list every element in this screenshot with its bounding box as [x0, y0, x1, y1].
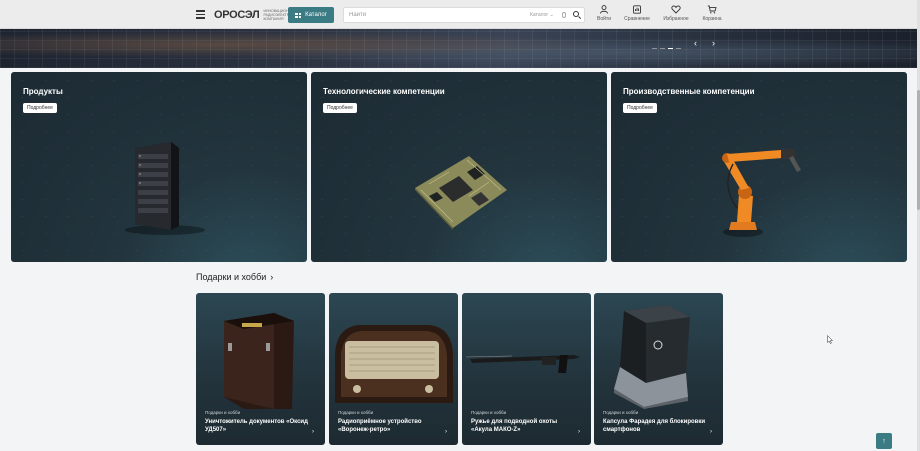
category-title: Производственные компетенции [623, 87, 755, 96]
search-input[interactable] [349, 9, 509, 21]
logo-text: ОРОСЭЛ [214, 9, 260, 21]
retro-radio-image [335, 325, 453, 403]
chevron-right-icon[interactable]: › [712, 38, 715, 48]
chevron-left-icon[interactable]: ‹ [694, 38, 697, 48]
product-name: Уничтожитель документов «Оксид УД507» [205, 419, 308, 433]
chevron-right-icon: › [270, 272, 274, 282]
login-label: Войти [597, 16, 611, 22]
catalog-button-label: Каталог [305, 12, 327, 18]
favorites-label: Избранное [663, 16, 689, 22]
logo[interactable]: ОРОСЭЛ ИННОВАЦИОННАЯ РАДИОЭЛЕКТРОННАЯ КО… [214, 8, 302, 22]
mouse-cursor-icon [827, 335, 833, 344]
arrow-up-icon: ↑ [882, 437, 886, 445]
search-bar: Каталог ⌄ [343, 7, 585, 23]
user-icon [600, 5, 608, 14]
product-category: Подарки и хобби [205, 410, 241, 415]
gifts-section-title[interactable]: Подарки и хобби › [196, 272, 273, 282]
product-card-speargun[interactable]: Подарки и хобби Ружье для подводной охот… [462, 293, 591, 445]
chevron-right-icon: › [312, 429, 314, 435]
search-scope-dropdown[interactable]: Каталог ⌄ [530, 12, 554, 18]
details-button[interactable]: Подробнее [323, 103, 357, 113]
hero-banner[interactable]: ‹ › [0, 29, 920, 68]
banner-pagination[interactable] [652, 48, 681, 49]
compare-label: Сравнение [624, 16, 650, 22]
chevron-right-icon: › [445, 429, 447, 435]
cart-label: Корзина [702, 16, 722, 22]
product-card-shredder[interactable]: Подарки и хобби Уничтожитель документов … [196, 293, 325, 445]
grid-icon [295, 12, 302, 18]
product-card-radio[interactable]: Подарки и хобби Радиоприёмное устройство… [329, 293, 458, 445]
menu-icon[interactable] [196, 10, 205, 19]
category-card-production-competencies[interactable]: Производственные компетенции Подробнее [611, 72, 907, 262]
product-name: Ружье для подводной охоты «Акула МАКО-Z» [471, 419, 558, 433]
product-category: Подарки и хобби [603, 410, 639, 415]
product-category: Подарки и хобби [338, 410, 374, 415]
microphone-icon[interactable] [562, 12, 566, 18]
product-name: Радиоприёмное устройство «Воронеж-ретро» [338, 419, 422, 433]
chevron-right-icon: › [578, 429, 580, 435]
speargun-image [465, 355, 580, 373]
catalog-button[interactable]: Каталог [288, 7, 334, 23]
category-card-products[interactable]: Продукты Подробнее [11, 72, 307, 262]
site-header: ОРОСЭЛ ИННОВАЦИОННАЯ РАДИОЭЛЕКТРОННАЯ КО… [0, 0, 920, 29]
shredder-image [224, 313, 294, 409]
search-icon[interactable] [573, 11, 579, 17]
category-title: Технологические компетенции [323, 87, 445, 96]
favorites-link[interactable]: Избранное [659, 5, 693, 22]
product-name: Капсула Фарадея для блокировки смартфоно… [603, 419, 706, 433]
product-category: Подарки и хобби [471, 410, 507, 415]
circuit-board-image [415, 156, 507, 230]
product-card-faraday-capsule[interactable]: Подарки и хобби Капсула Фарадея для блок… [594, 293, 723, 445]
faraday-capsule-image [614, 305, 690, 409]
compare-icon [633, 5, 641, 14]
industrial-robot-image [722, 149, 801, 237]
chevron-right-icon: › [710, 429, 712, 435]
cart-icon [707, 5, 717, 14]
server-rack-image [125, 142, 205, 235]
heart-icon [671, 5, 681, 14]
scroll-to-top-button[interactable]: ↑ [876, 433, 892, 449]
login-link[interactable]: Войти [592, 5, 616, 22]
details-button[interactable]: Подробнее [623, 103, 657, 113]
details-button[interactable]: Подробнее [23, 103, 57, 113]
compare-link[interactable]: Сравнение [621, 5, 653, 22]
category-card-tech-competencies[interactable]: Технологические компетенции Подробнее [311, 72, 607, 262]
cart-link[interactable]: Корзина [698, 5, 726, 22]
category-title: Продукты [23, 87, 63, 96]
